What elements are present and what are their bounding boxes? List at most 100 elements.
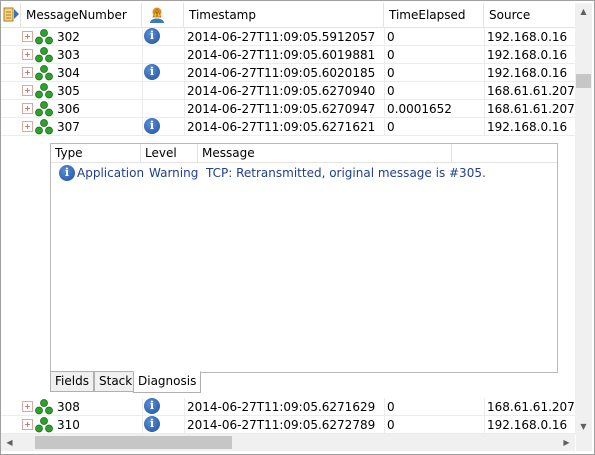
warning-person-icon [150, 7, 164, 23]
time-elapsed: 0 [387, 400, 395, 414]
diagnosis-cell [141, 82, 183, 100]
scroll-down-arrow[interactable]: ▼ [575, 418, 592, 435]
timestamp: 2014-06-27T11:09:05.6020185 [187, 66, 376, 80]
time-elapsed: 0 [387, 48, 395, 62]
column-label: Timestamp [189, 8, 256, 22]
source: 192.168.0.16 [487, 48, 568, 62]
message-grid-window: MessageNumber Timestamp TimeElapsed Sour… [0, 0, 595, 455]
table-row[interactable]: 307 i 2014-06-27T11:09:05.6271621 0 192.168.… [1, 118, 576, 136]
network-nodes-icon [35, 47, 53, 63]
message-number: 305 [57, 84, 80, 98]
horizontal-scrollbar[interactable]: ◀ ▶ [1, 434, 575, 451]
expand-toggle[interactable] [22, 67, 33, 78]
diagnosis-cell: i [141, 416, 183, 434]
source: 168.61.61.207 [487, 84, 575, 98]
column-header-source[interactable]: Source [484, 3, 576, 27]
detail-pane: Type Level Message i Application Warning… [50, 143, 558, 373]
table-row[interactable]: 303 2014-06-27T11:09:05.6019881 0 192.168.0… [1, 46, 576, 64]
table-row[interactable]: 305 2014-06-27T11:09:05.6270940 0 168.61.61… [1, 82, 576, 100]
detail-column-level[interactable]: Level [141, 144, 198, 162]
expand-toggle[interactable] [22, 401, 33, 412]
scroll-right-arrow[interactable]: ▶ [558, 434, 575, 451]
tab-label: Diagnosis [138, 374, 197, 388]
column-header-time-elapsed[interactable]: TimeElapsed [384, 3, 484, 27]
expand-toggle[interactable] [22, 103, 33, 114]
column-header-diagnosis[interactable] [142, 3, 184, 27]
network-nodes-icon [35, 399, 53, 415]
column-chooser[interactable] [1, 3, 21, 27]
detail-column-message[interactable]: Message [198, 144, 452, 162]
column-label: MessageNumber [26, 8, 127, 22]
table-row[interactable]: 302 i 2014-06-27T11:09:05.5912057 0 192.168.… [1, 28, 576, 46]
timestamp: 2014-06-27T11:09:05.6270940 [187, 84, 376, 98]
diagnosis-cell: i [141, 118, 183, 136]
info-icon[interactable]: i [144, 416, 160, 432]
network-nodes-icon [35, 417, 53, 433]
message-number: 302 [57, 30, 80, 44]
vertical-scrollbar[interactable]: ▲ ▼ [575, 3, 592, 435]
tab-stack[interactable]: Stack [94, 371, 138, 392]
grid-header: MessageNumber Timestamp TimeElapsed Sour… [1, 3, 576, 28]
table-row[interactable]: 308 i 2014-06-27T11:09:05.6271629 0 168.61.6… [1, 398, 576, 416]
source: 192.168.0.16 [487, 120, 568, 134]
column-header-message-number[interactable]: MessageNumber [21, 3, 142, 27]
timestamp: 2014-06-27T11:09:05.6271621 [187, 120, 376, 134]
column-label: Type [55, 146, 83, 160]
message-number: 310 [57, 418, 80, 432]
network-nodes-icon [35, 65, 53, 81]
timestamp: 2014-06-27T11:09:05.5912057 [187, 30, 376, 44]
tab-fields[interactable]: Fields [50, 371, 94, 392]
timestamp: 2014-06-27T11:09:05.6271629 [187, 400, 376, 414]
info-icon: i [59, 165, 75, 181]
tab-diagnosis[interactable]: Diagnosis [133, 371, 202, 393]
time-elapsed: 0 [387, 66, 395, 80]
expand-toggle[interactable] [22, 121, 33, 132]
message-number: 303 [57, 48, 80, 62]
tab-label: Fields [55, 374, 89, 388]
info-icon[interactable]: i [144, 118, 160, 134]
expand-toggle[interactable] [22, 85, 33, 96]
expand-toggle[interactable] [22, 31, 33, 42]
expand-toggle[interactable] [22, 419, 33, 430]
time-elapsed: 0.0001652 [387, 102, 452, 116]
diagnosis-type: Application [77, 166, 145, 180]
column-header-timestamp[interactable]: Timestamp [184, 3, 384, 27]
network-nodes-icon [35, 29, 53, 45]
network-nodes-icon [35, 101, 53, 117]
source: 168.61.61.207 [487, 102, 575, 116]
network-nodes-icon [35, 119, 53, 135]
diagnosis-cell: i [141, 64, 183, 82]
source: 192.168.0.16 [487, 418, 568, 432]
source: 168.61.61.207 [487, 400, 575, 414]
message-number: 304 [57, 66, 80, 80]
info-icon[interactable]: i [144, 398, 160, 414]
scroll-left-arrow[interactable]: ◀ [1, 434, 18, 451]
info-icon[interactable]: i [144, 64, 160, 80]
table-row[interactable]: 304 i 2014-06-27T11:09:05.6020185 0 192.168.… [1, 64, 576, 82]
detail-header: Type Level Message [51, 144, 557, 163]
table-row[interactable]: 310 i 2014-06-27T11:09:05.6272789 0 192.168.… [1, 416, 576, 434]
detail-column-type[interactable]: Type [51, 144, 141, 162]
info-icon[interactable]: i [144, 28, 160, 44]
diagnosis-cell: i [141, 398, 183, 416]
source: 192.168.0.16 [487, 66, 568, 80]
column-label: Message [202, 146, 255, 160]
message-number: 308 [57, 400, 80, 414]
time-elapsed: 0 [387, 418, 395, 432]
timestamp: 2014-06-27T11:09:05.6019881 [187, 48, 376, 62]
column-label: TimeElapsed [389, 8, 466, 22]
diagnosis-cell [141, 46, 183, 64]
scroll-up-arrow[interactable]: ▲ [575, 3, 592, 20]
diagnosis-message: TCP: Retransmitted, original message is … [206, 166, 486, 180]
expand-toggle[interactable] [22, 49, 33, 60]
resize-grip[interactable] [576, 435, 592, 451]
time-elapsed: 0 [387, 30, 395, 44]
vertical-scroll-thumb[interactable] [576, 74, 591, 88]
source: 192.168.0.16 [487, 30, 568, 44]
table-row[interactable]: 306 2014-06-27T11:09:05.6270947 0.0001652 1… [1, 100, 576, 118]
column-label: Source [489, 8, 531, 22]
diagnosis-row[interactable]: i Application Warning TCP: Retransmitted… [51, 163, 557, 183]
message-number: 306 [57, 102, 80, 116]
horizontal-scroll-thumb[interactable] [35, 436, 232, 449]
network-nodes-icon [35, 83, 53, 99]
